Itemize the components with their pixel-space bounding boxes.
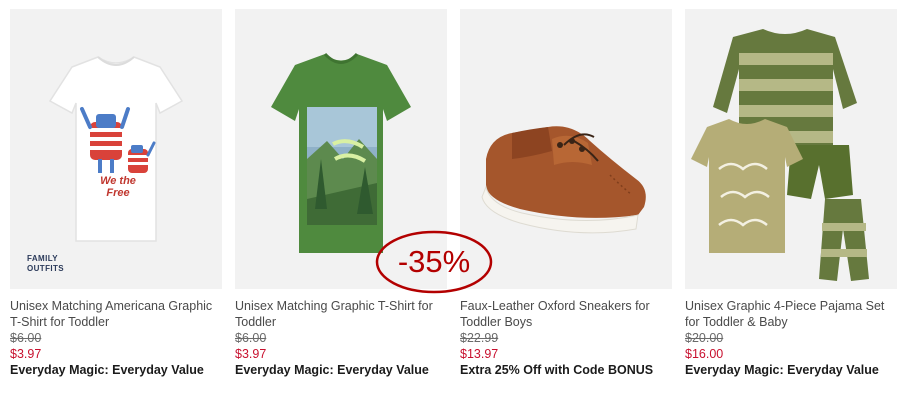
discount-stamp: -35% [375,230,493,294]
product-image-dino-pajamas[interactable] [685,9,897,289]
original-price: $6.00 [235,331,267,345]
product-name[interactable]: Unisex Matching Graphic T-Shirt for Todd… [235,298,447,330]
original-price: $22.99 [460,331,499,345]
product-card[interactable]: Unisex Matching Graphic T-Shirt for Todd… [235,9,447,379]
family-outfits-badge: FAMILY OUTFITS [27,254,64,274]
promo-text: Everyday Magic: Everyday Value [685,363,879,377]
sale-price: $13.97 [460,347,499,361]
product-card[interactable]: We the Free FAMILY OUTFITS Unisex Matchi… [10,9,222,379]
product-name[interactable]: Unisex Matching Americana Graphic T-Shir… [10,298,222,330]
sale-price: $3.97 [10,347,42,361]
product-image-americana-tshirt[interactable]: We the Free FAMILY OUTFITS [10,9,222,289]
promo-text: Everyday Magic: Everyday Value [235,363,429,377]
original-price: $6.00 [10,331,42,345]
promo-text: Extra 25% Off with Code BONUS [460,363,654,377]
sale-price: $16.00 [685,347,724,361]
product-name[interactable]: Faux-Leather Oxford Sneakers for Toddler… [460,298,672,330]
product-card[interactable]: Unisex Graphic 4-Piece Pajama Set for To… [685,9,897,379]
promo-text: Everyday Magic: Everyday Value [10,363,204,377]
sale-price: $3.97 [235,347,267,361]
discount-percent: -35% [397,244,471,279]
tshirt-image [48,56,184,242]
product-name[interactable]: Unisex Graphic 4-Piece Pajama Set for To… [685,298,897,330]
graphic-text: We the Free [100,175,136,199]
original-price: $20.00 [685,331,724,345]
badge-text: FAMILY OUTFITS [27,254,65,273]
product-card[interactable]: Faux-Leather Oxford Sneakers for Toddler… [460,9,672,379]
pajama-image [691,29,869,281]
